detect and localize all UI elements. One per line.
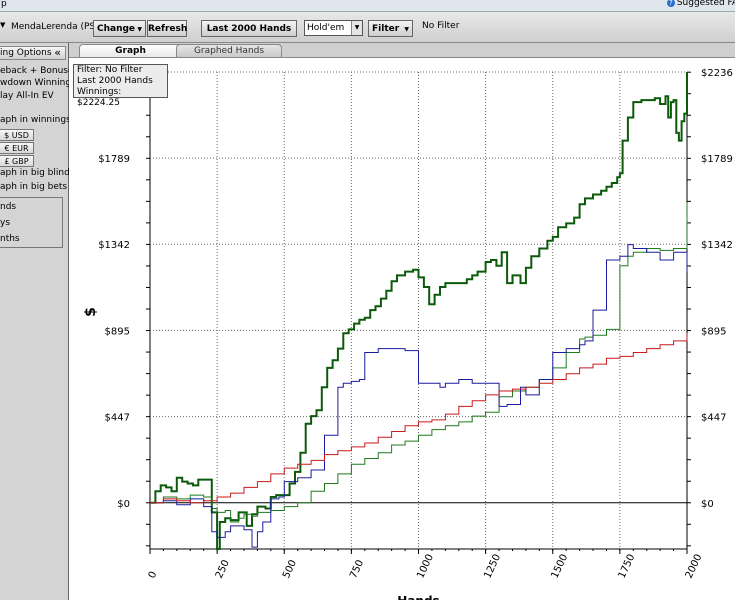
refresh-label: Refresh [148, 24, 188, 34]
option-graph-in-winnings[interactable]: aph in winnings [0, 115, 71, 125]
x-tick-label: 250 [214, 558, 232, 580]
player-name: MendaLerenda (PS) [11, 22, 99, 32]
option-by-hands[interactable]: nds [0, 202, 16, 212]
options-sidebar: ing Options « eback + Bonuses wdown Winn… [0, 43, 78, 600]
player-dropdown-arrow-icon[interactable]: ▼ [0, 21, 5, 29]
option-by-days[interactable]: ys [0, 218, 10, 228]
x-tick-label: 1750 [617, 553, 638, 581]
y-tick-label-right: $1342 [701, 240, 733, 251]
options-title: ing Options [0, 48, 52, 58]
y-axis-title: $ [83, 307, 99, 317]
y-tick-label-right: $0 [701, 499, 714, 510]
info-winnings: Winnings: $2224.25 [77, 87, 122, 108]
chevron-down-icon: ▼ [137, 26, 142, 33]
info-hands: Last 2000 Hands [77, 76, 153, 86]
y-tick-label-right: $895 [701, 326, 726, 337]
filter-button[interactable]: Filter ▼ [368, 20, 413, 37]
currency-usd-button[interactable]: $ USD [0, 129, 34, 141]
currency-gbp-button[interactable]: £ GBP [0, 155, 34, 167]
x-tick-label: 750 [348, 558, 366, 580]
change-player-button[interactable]: Change ▼ [93, 20, 146, 37]
refresh-button[interactable]: Refresh [147, 20, 187, 37]
x-tick-label: 1000 [415, 553, 436, 581]
options-header: ing Options « [0, 46, 66, 60]
suggested-faq-link[interactable]: ?Suggested FAQ [666, 0, 735, 8]
y-tick-label-left: $1342 [98, 240, 130, 251]
tab-bar: Graph Graphed Hands [69, 43, 735, 58]
tab-graph[interactable]: Graph [79, 44, 182, 57]
y-tick-label-right: $447 [701, 413, 726, 424]
option-graph-big-bets[interactable]: aph in big bets [0, 182, 67, 192]
option-all-in-ev[interactable]: lay All-In EV [0, 91, 54, 101]
x-tick-label: 2000 [684, 553, 705, 581]
y-tick-label-right: $2236 [701, 68, 733, 79]
hand-count-label: Last 2000 Hands [206, 24, 292, 34]
y-tick-label-left: $895 [105, 326, 130, 337]
graph-panel: 0 250 500 750 1000 1250 1500 1750 2000 $0 $0 $447 $4… [69, 58, 735, 600]
filter-status: No Filter [422, 21, 460, 31]
help-icon: ? [666, 0, 675, 7]
option-graph-big-blinds[interactable]: aph in big blinds [0, 168, 74, 178]
option-rakeback-bonuses[interactable]: eback + Bonuses [0, 66, 78, 76]
chevron-down-icon: ▼ [351, 21, 362, 35]
window-title-bar: p ?Suggested FAQ [0, 0, 735, 12]
toolbar: ▼ MendaLerenda (PS) Change ▼ Refresh Las… [0, 12, 735, 43]
filter-label: Filter [372, 24, 400, 34]
suggested-faq-label: Suggested FAQ [676, 0, 735, 8]
currency-eur-button[interactable]: € EUR [0, 142, 34, 154]
info-box: Filter: No Filter Last 2000 Hands Winnin… [73, 64, 168, 108]
info-filter: Filter: No Filter [77, 65, 143, 75]
tab-graphed-hands[interactable]: Graphed Hands [176, 44, 282, 57]
hand-count-button[interactable]: Last 2000 Hands [201, 20, 297, 37]
y-tick-label-left: $0 [117, 499, 130, 510]
collapse-icon[interactable]: « [54, 46, 61, 59]
option-showdown-winnings[interactable]: wdown Winnings [0, 78, 76, 88]
option-by-months[interactable]: nths [0, 234, 20, 244]
chevron-down-icon: ▼ [404, 26, 409, 33]
y-tick-label-right: $1789 [701, 154, 733, 165]
x-tick-label: 1250 [482, 553, 503, 581]
game-type-select[interactable]: Hold'em ▼ [304, 20, 363, 36]
winnings-chart: 0 250 500 750 1000 1250 1500 1750 2000 $0 $0 $447 $4… [83, 68, 733, 600]
change-player-label: Change [97, 24, 136, 34]
x-tick-label: 1500 [549, 553, 570, 581]
game-type-value: Hold'em [307, 23, 345, 33]
x-tick-label: 0 [147, 570, 160, 580]
y-tick-label-left: $447 [105, 413, 130, 424]
x-tick-label: 500 [281, 558, 299, 580]
y-tick-label-left: $1789 [98, 154, 130, 165]
window-title: p [1, 0, 7, 9]
x-axis-title: Hands [397, 594, 439, 600]
